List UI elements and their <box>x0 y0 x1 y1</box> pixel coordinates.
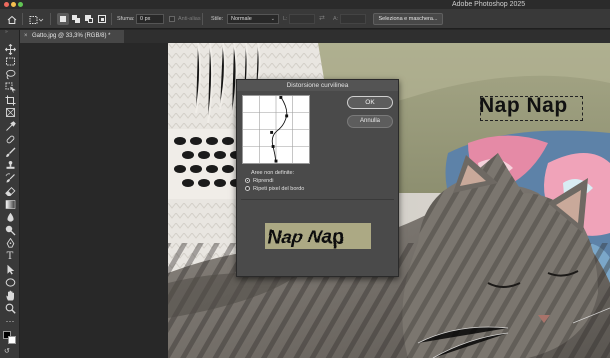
swap-dimensions-icon[interactable]: ⇄ <box>319 15 328 23</box>
app-title: Adobe Photoshop 2025 <box>452 1 526 8</box>
title-bar: Adobe Photoshop 2025 <box>0 0 610 9</box>
undefined-areas-label: Aree non definite: <box>251 170 295 176</box>
preview-text: Nap Nap <box>267 227 344 248</box>
tab-close-icon[interactable]: × <box>24 30 28 43</box>
antialias-checkbox[interactable] <box>169 16 175 22</box>
wrap-around-label: Riprendi <box>253 177 274 184</box>
options-bar: Sfuma: 0 px Anti-alias Stile: Normale ⌄ … <box>0 9 610 29</box>
style-dropdown-value: Normale <box>231 16 252 22</box>
dialog-divider <box>241 199 394 200</box>
radio-wrap-around[interactable]: Riprendi <box>245 177 273 184</box>
subtract-from-selection-icon[interactable] <box>83 13 95 25</box>
add-to-selection-icon[interactable] <box>70 13 82 25</box>
move-tool-icon[interactable] <box>4 44 16 55</box>
cancel-button[interactable]: Annulla <box>347 115 393 128</box>
radio-button[interactable] <box>245 186 250 191</box>
tools-panel: » T ··· ↺ <box>0 30 20 358</box>
select-and-mask-button[interactable]: Seleziona e maschera... <box>373 13 443 25</box>
warp-preview: Nap Nap <box>265 223 371 249</box>
document-tab-bar: × Gatto.jpg @ 33,3% (RGB/8) * <box>20 30 610 43</box>
ok-button[interactable]: OK <box>347 96 393 109</box>
gradient-tool-icon[interactable] <box>4 199 16 210</box>
style-dropdown[interactable]: Normale ⌄ <box>227 14 279 24</box>
rect-marquee-preset-icon[interactable] <box>28 13 44 25</box>
style-label: Stile: <box>211 16 224 22</box>
photoshop-window: Adobe Photoshop 2025 Sfuma: 0 px Anti-al… <box>0 0 610 358</box>
path-select-tool-icon[interactable] <box>4 264 16 275</box>
rect-marquee-tool-icon[interactable] <box>4 56 16 67</box>
lasso-tool-icon[interactable] <box>4 69 16 80</box>
swap-colors-icon[interactable]: ↺ <box>4 348 10 356</box>
document-tab[interactable]: × Gatto.jpg @ 33,3% (RGB/8) * <box>20 30 124 43</box>
frame-tool-icon[interactable] <box>4 107 16 118</box>
width-label: L: <box>283 16 288 22</box>
background-color-swatch[interactable] <box>8 336 16 344</box>
radio-repeat-edge-pixels[interactable]: Ripeti pixel del bordo <box>245 185 304 192</box>
healing-brush-tool-icon[interactable] <box>4 134 16 145</box>
object-select-tool-icon[interactable] <box>4 82 16 93</box>
more-tools-icon[interactable]: ··· <box>4 316 16 327</box>
antialias-label: Anti-alias <box>178 16 201 22</box>
pen-tool-icon[interactable] <box>4 238 16 249</box>
eyedropper-tool-icon[interactable] <box>4 121 16 132</box>
feather-field[interactable]: 0 px <box>136 14 164 24</box>
home-icon[interactable] <box>6 13 18 25</box>
document-tab-title: Gatto.jpg @ 33,3% (RGB/8) * <box>32 33 111 39</box>
feather-label: Sfuma: <box>117 16 135 22</box>
height-field[interactable] <box>340 14 366 24</box>
chevron-down-icon: ⌄ <box>270 16 275 22</box>
curve-grid-editor[interactable] <box>242 95 310 164</box>
height-label: A: <box>333 16 339 22</box>
brush-tool-icon[interactable] <box>4 147 16 158</box>
history-brush-tool-icon[interactable] <box>4 173 16 184</box>
zoom-tool-icon[interactable] <box>4 303 16 314</box>
window-maximize-button[interactable] <box>18 2 23 7</box>
repeat-edge-pixels-label: Ripeti pixel del bordo <box>253 185 305 192</box>
window-minimize-button[interactable] <box>11 2 16 7</box>
dialog-title: Distorsione curvilinea <box>237 80 398 91</box>
radio-button-selected[interactable] <box>245 178 250 183</box>
text-selection-marquee <box>480 96 583 121</box>
shear-dialog: Distorsione curvilinea OK Annulla Aree n… <box>236 79 399 277</box>
panel-collapse-icon[interactable]: » <box>5 30 15 35</box>
hand-tool-icon[interactable] <box>4 290 16 301</box>
type-tool-icon[interactable]: T <box>4 251 16 262</box>
ellipse-shape-tool-icon[interactable] <box>4 277 16 288</box>
blur-tool-icon[interactable] <box>4 212 16 223</box>
intersect-selection-icon[interactable] <box>96 13 108 25</box>
dodge-tool-icon[interactable] <box>4 225 16 236</box>
crop-tool-icon[interactable] <box>4 95 16 106</box>
window-close-button[interactable] <box>4 2 9 7</box>
clone-stamp-tool-icon[interactable] <box>4 160 16 171</box>
new-selection-icon[interactable] <box>57 13 69 25</box>
eraser-tool-icon[interactable] <box>4 186 16 197</box>
width-field[interactable] <box>289 14 315 24</box>
